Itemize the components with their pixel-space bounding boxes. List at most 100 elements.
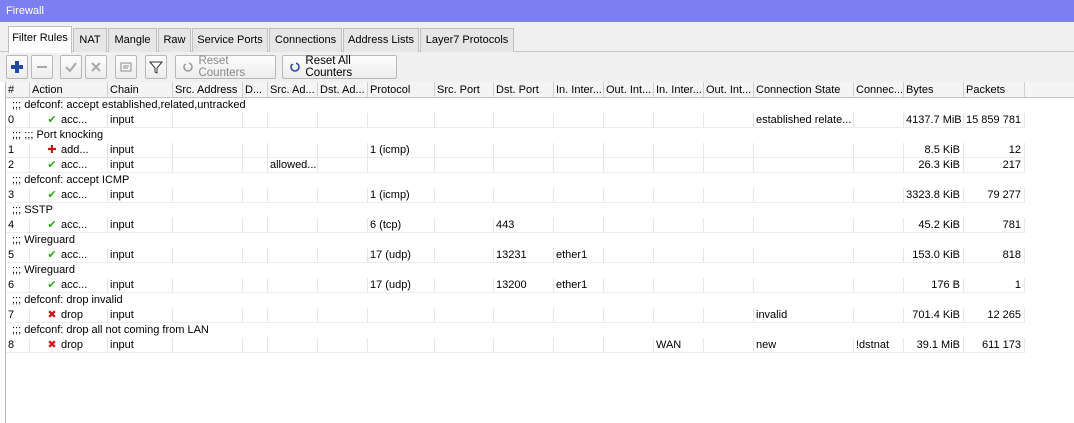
rule-comment[interactable]: ;;; defconf: accept ICMP <box>6 173 129 188</box>
rule-comment[interactable]: ;;; SSTP <box>6 203 53 218</box>
rule-comment[interactable]: ;;; defconf: drop all not coming from LA… <box>6 323 209 338</box>
column-header[interactable]: Packets <box>964 82 1025 98</box>
window-title: Firewall <box>0 0 1074 22</box>
minus-icon <box>37 66 47 68</box>
tab-service-ports[interactable]: Service Ports <box>192 28 268 52</box>
table-row[interactable]: 6 ✔ acc... input 17 (udp) 13200 ether1 176 B1 <box>6 278 1074 293</box>
tab-mangle[interactable]: Mangle <box>108 28 157 52</box>
column-header[interactable]: Dst. Port <box>494 82 554 98</box>
cell-dst-port: 13200 <box>494 278 554 293</box>
column-header[interactable]: In. Inter... <box>654 82 704 98</box>
cell-protocol <box>368 158 435 173</box>
comment-button[interactable] <box>115 55 137 79</box>
cell-protocol: 1 (icmp) <box>368 143 435 158</box>
cell-dst-list <box>318 188 368 203</box>
column-header[interactable]: Dst. Ad... <box>318 82 368 98</box>
column-header[interactable]: Src. Address <box>173 82 243 98</box>
table-row[interactable]: 5 ✔ acc... input 17 (udp) 13231 ether1 153.0 Ki… <box>6 248 1074 263</box>
column-header[interactable]: Chain <box>108 82 173 98</box>
cell-src-port <box>435 308 494 323</box>
filter-button[interactable] <box>145 55 167 79</box>
tab-nat[interactable]: NAT <box>73 28 107 52</box>
cell-packets: 217 <box>964 158 1025 173</box>
cell-conn-state <box>754 188 854 203</box>
cell-dst-port <box>494 143 554 158</box>
rule-comment[interactable]: ;;; ;;; Port knocking <box>6 128 103 143</box>
column-header[interactable]: # <box>6 82 30 98</box>
tab-filter-rules[interactable]: Filter Rules <box>8 26 72 53</box>
disable-button[interactable] <box>85 55 107 79</box>
add-button[interactable] <box>6 55 28 79</box>
cell-num: 3 <box>6 188 30 203</box>
column-header[interactable]: Bytes <box>904 82 964 98</box>
column-header[interactable]: Connec... <box>854 82 904 98</box>
plus-icon <box>11 61 23 73</box>
table-row[interactable]: 1 ✚ add... input 1 (icmp) 8.5 KiB 12 <box>6 143 1074 158</box>
column-header[interactable]: Out. Int... <box>704 82 754 98</box>
column-header[interactable]: Src. Port <box>435 82 494 98</box>
cell-dst-port: 13231 <box>494 248 554 263</box>
rule-comment[interactable]: ;;; Wireguard <box>6 233 75 248</box>
cell-src-list <box>268 113 318 128</box>
comment-icon <box>120 62 132 72</box>
reset-counters-button[interactable]: Reset Counters <box>175 55 276 79</box>
column-header[interactable]: D... <box>243 82 268 98</box>
cell-conn-state <box>754 158 854 173</box>
enable-button[interactable] <box>60 55 82 79</box>
cell-src-list <box>268 278 318 293</box>
table-row[interactable]: 8 ✖ drop input WAN new !dstnat 39.1 MiB 611 173 <box>6 338 1074 353</box>
cell-in-if: ether1 <box>554 278 604 293</box>
rule-comment[interactable]: ;;; Wireguard <box>6 263 75 278</box>
cell-src-addr <box>173 248 243 263</box>
cell-in-if <box>554 338 604 353</box>
tab-address-lists[interactable]: Address Lists <box>343 28 419 52</box>
table-row[interactable]: 0 ✔ acc... input established relate... 4137.7… <box>6 113 1074 128</box>
cell-num: 7 <box>6 308 30 323</box>
cell-num: 8 <box>6 338 30 353</box>
cell-src-port <box>435 143 494 158</box>
cell-bytes: 45.2 KiB <box>904 218 964 233</box>
cell-src-addr <box>173 308 243 323</box>
cell-num: 1 <box>6 143 30 158</box>
cell-conn-state: established relate... <box>754 113 854 128</box>
rule-comment[interactable]: ;;; defconf: accept established,related,… <box>6 98 246 113</box>
cell-chain: input <box>108 218 173 233</box>
tab-layer7-protocols[interactable]: Layer7 Protocols <box>420 28 514 52</box>
cell-dst-list <box>318 113 368 128</box>
column-header[interactable]: Action <box>30 82 108 98</box>
cell-in-if <box>554 308 604 323</box>
tab-connections[interactable]: Connections <box>269 28 342 52</box>
cell-bytes: 8.5 KiB <box>904 143 964 158</box>
accept-check-icon: ✔ <box>47 189 57 201</box>
table-row[interactable]: 3 ✔ acc... input 1 (icmp) 3323.8 KiB 79 277 <box>6 188 1074 203</box>
cell-protocol: 1 (icmp) <box>368 188 435 203</box>
rule-comment[interactable]: ;;; defconf: drop invalid <box>6 293 123 308</box>
cell-dst-list <box>318 158 368 173</box>
accept-check-icon: ✔ <box>47 279 57 291</box>
column-header[interactable]: Connection State <box>754 82 854 98</box>
tab-raw[interactable]: Raw <box>158 28 191 52</box>
column-header[interactable]: Out. Int... <box>604 82 654 98</box>
cell-src-list <box>268 248 318 263</box>
cell-dst-port <box>494 188 554 203</box>
tab-bar: Filter Rules NAT Mangle Raw Service Port… <box>0 22 1074 53</box>
cell-packets: 611 173 <box>964 338 1025 353</box>
table-row[interactable]: 7 ✖ drop input invalid 701.4 KiB 12 265 <box>6 308 1074 323</box>
cell-chain: input <box>108 278 173 293</box>
column-header[interactable]: Src. Ad... <box>268 82 318 98</box>
table-row[interactable]: 2 ✔ acc... input allowed... 26.3 KiB 217 <box>6 158 1074 173</box>
cell-num: 2 <box>6 158 30 173</box>
reset-all-counters-button[interactable]: Reset All Counters <box>282 55 397 79</box>
column-header[interactable]: In. Inter... <box>554 82 604 98</box>
cell-protocol: 17 (udp) <box>368 248 435 263</box>
cell-conn-nat <box>854 248 904 263</box>
table-row[interactable]: 4 ✔ acc... input 6 (tcp) 443 45.2 KiB 781 <box>6 218 1074 233</box>
check-icon <box>65 62 77 73</box>
column-header[interactable]: Protocol <box>368 82 435 98</box>
cell-action: ✔ acc... <box>30 218 108 233</box>
cell-src-addr <box>173 338 243 353</box>
cell-conn-nat <box>854 188 904 203</box>
remove-button[interactable] <box>31 55 53 79</box>
cell-conn-nat <box>854 113 904 128</box>
cell-packets: 818 <box>964 248 1025 263</box>
